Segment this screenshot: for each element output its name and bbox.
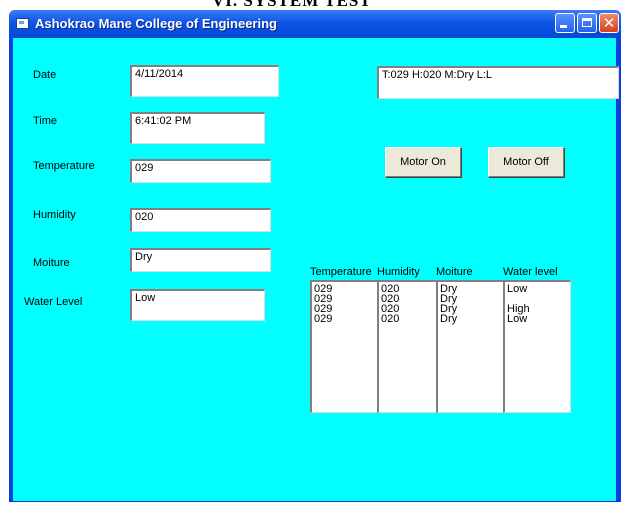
status-readout[interactable]: T:029 H:020 M:Dry L:L: [377, 66, 619, 99]
motor-off-button[interactable]: Motor Off: [488, 147, 564, 177]
water-level-field[interactable]: Low: [130, 289, 265, 321]
close-icon: ✕: [602, 14, 616, 32]
minimize-button[interactable]: [555, 13, 575, 33]
log-list-temperature[interactable]: 029 029 029 029: [310, 280, 378, 413]
maximize-icon: [582, 18, 592, 27]
time-label: Time: [33, 115, 58, 127]
title-bar[interactable]: Ashokrao Mane College of Engineering ✕: [9, 10, 621, 38]
app-window: Ashokrao Mane College of Engineering ✕ D…: [9, 10, 621, 502]
log-header-humidity: Humidity: [377, 266, 420, 278]
list-item[interactable]: Low: [507, 284, 568, 295]
log-list-humidity[interactable]: 020 020 020 020: [377, 280, 437, 413]
log-list-water-level[interactable]: Low High Low: [503, 280, 571, 413]
humidity-field[interactable]: 020: [130, 208, 271, 232]
log-header-moisture: Moiture: [436, 266, 473, 278]
list-item[interactable]: 020: [381, 314, 434, 325]
water-level-label: Water Level: [24, 296, 83, 308]
date-field[interactable]: 4/11/2014: [130, 65, 279, 97]
humidity-label: Humidity: [33, 209, 76, 221]
close-button[interactable]: ✕: [599, 13, 619, 33]
moisture-field[interactable]: Dry: [130, 248, 271, 272]
app-window-icon[interactable]: [16, 18, 29, 29]
log-header-water-level: Water level: [503, 266, 558, 278]
log-header-temperature: Temperature: [310, 266, 372, 278]
list-item[interactable]: Dry: [440, 314, 501, 325]
log-list-moisture[interactable]: Dry Dry Dry Dry: [436, 280, 504, 413]
minimize-icon: [560, 25, 567, 28]
motor-on-button[interactable]: Motor On: [385, 147, 461, 177]
time-field[interactable]: 6:41:02 PM: [130, 112, 265, 144]
temperature-field[interactable]: 029: [130, 159, 271, 183]
window-title: Ashokrao Mane College of Engineering: [35, 16, 277, 31]
list-item[interactable]: Low: [507, 314, 568, 325]
temperature-label: Temperature: [33, 160, 95, 172]
maximize-button[interactable]: [577, 13, 597, 33]
list-item[interactable]: 029: [314, 314, 375, 325]
form-client-area: Date Time Temperature Humidity Moiture W…: [13, 38, 619, 501]
date-label: Date: [33, 69, 57, 81]
moisture-label: Moiture: [33, 257, 70, 269]
